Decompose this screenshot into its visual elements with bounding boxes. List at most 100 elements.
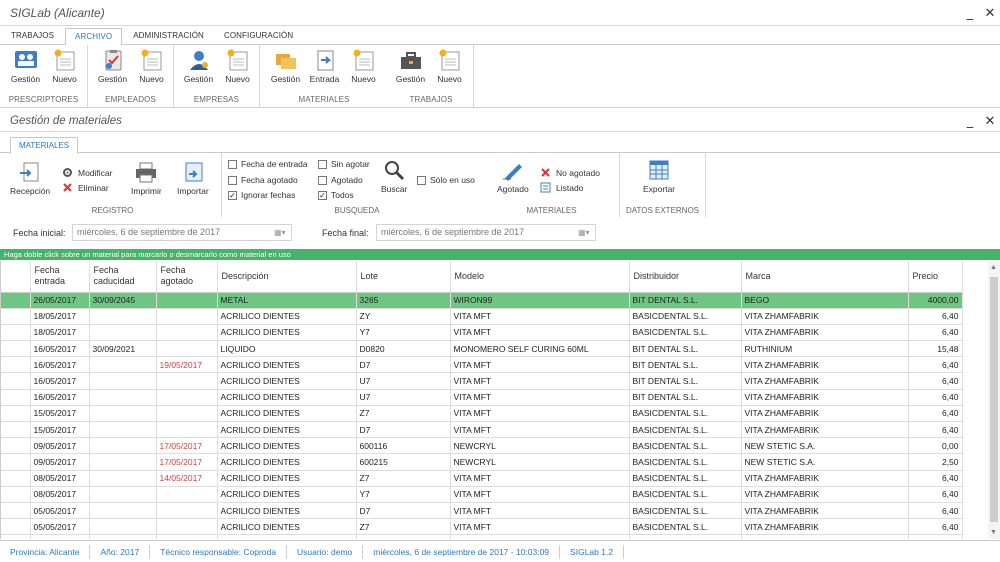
table-row[interactable]: 05/05/2017 ACRILICO DIENTES Z7 VITA MFT BASI… (1, 518, 963, 536)
row-indicator[interactable] (1, 405, 31, 423)
check-sin-agotar[interactable]: Sin agotar (318, 159, 370, 169)
tab-trabajos[interactable]: TRABAJOS (2, 28, 63, 44)
imprimir-button[interactable]: Imprimir (131, 161, 162, 196)
row-indicator[interactable] (1, 421, 31, 439)
panel-tabs: MATERIALES (0, 137, 1000, 154)
prescriptores-gestion-button[interactable]: Gestión (6, 49, 45, 84)
checkbox-checked[interactable]: ✓ (228, 190, 237, 200)
table-row[interactable]: 09/05/2017 17/05/2017 ACRILICO DIENTES 6002… (1, 453, 963, 471)
table-row[interactable]: 15/05/2017 ACRILICO DIENTES D7 VITA MFT BASI… (1, 421, 963, 439)
fecha-final-picker[interactable]: miércoles, 6 de septiembre de 2017 ▦▾ (376, 224, 596, 241)
tab-archivo[interactable]: ARCHIVO (65, 28, 123, 46)
empresas-gestion-button[interactable]: Gestión (179, 49, 218, 84)
row-indicator[interactable] (1, 486, 31, 503)
table-row[interactable]: 09/05/2017 17/05/2017 ACRILICO DIENTES 6001… (1, 437, 963, 455)
calendar-dropdown-icon[interactable]: ▦▾ (578, 227, 592, 238)
vertical-scrollbar[interactable]: ▲ ▼ (988, 261, 1000, 539)
row-indicator[interactable] (1, 453, 31, 471)
materiales-gestion-button[interactable]: Gestión (266, 49, 305, 84)
table-cell: 6,40 (908, 389, 963, 406)
panel-minimize-icon[interactable]: _ (960, 115, 980, 128)
table-row[interactable]: 26/05/2017 30/09/2045 METAL 3265 WIRON99 BIT … (1, 292, 963, 309)
calendar-dropdown-icon[interactable]: ▦▾ (274, 227, 288, 238)
checkbox-checked[interactable]: ✓ (318, 190, 327, 200)
checkbox[interactable] (318, 175, 327, 185)
materiales-nuevo-button[interactable]: Nuevo (344, 49, 383, 84)
prescriptores-nuevo-button[interactable]: Nuevo (45, 49, 84, 84)
empresas-nuevo-button[interactable]: Nuevo (218, 49, 257, 84)
check-solo-en-uso[interactable]: Sólo en uso (417, 175, 475, 185)
row-indicator[interactable] (1, 308, 31, 325)
scroll-thumb[interactable] (990, 277, 998, 522)
table-cell: 09/05/2017 (30, 453, 90, 471)
agotado-button[interactable]: Agotado (497, 159, 529, 194)
table-cell: U7 (356, 372, 451, 390)
checkbox[interactable] (318, 159, 327, 169)
table-row[interactable]: 15/05/2017 ACRILICO DIENTES Z7 VITA MFT BASI… (1, 405, 963, 423)
folders-icon (275, 54, 296, 69)
check-fecha-entrada[interactable]: Fecha de entrada (228, 159, 308, 169)
col-precio[interactable]: Precio (908, 261, 963, 293)
col-fecha-agotado[interactable]: Fecha agotado (156, 261, 218, 293)
col-lote[interactable]: Lote (356, 261, 451, 293)
row-indicator[interactable] (1, 356, 31, 374)
buscar-button[interactable]: Buscar (381, 159, 407, 194)
recepcion-button[interactable]: Recepción (10, 161, 50, 196)
check-ignorar-fechas[interactable]: ✓ Ignorar fechas (228, 190, 295, 200)
table-row[interactable] (1, 534, 963, 539)
row-indicator[interactable] (1, 389, 31, 406)
listado-button[interactable]: Listado (540, 182, 583, 193)
table-row[interactable]: 16/05/2017 ACRILICO DIENTES U7 VITA MFT BIT … (1, 389, 963, 406)
check-agotado[interactable]: Agotado (318, 175, 363, 185)
tab-administracion[interactable]: ADMINISTRACIÓN (124, 28, 213, 44)
col-marca[interactable]: Marca (741, 261, 909, 293)
table-row[interactable]: 18/05/2017 ACRILICO DIENTES ZY VITA MFT BASI… (1, 308, 963, 325)
row-indicator[interactable] (1, 502, 31, 520)
empleados-gestion-button[interactable]: Gestión (93, 49, 132, 84)
col-distribuidor[interactable]: Distribuidor (629, 261, 742, 293)
close-icon[interactable]: ✕ (980, 7, 1000, 20)
table-row[interactable]: 08/05/2017 ACRILICO DIENTES Y7 VITA MFT BASI… (1, 486, 963, 503)
row-indicator[interactable] (1, 470, 31, 487)
scroll-up-icon[interactable]: ▲ (990, 264, 997, 271)
table-row[interactable]: 16/05/2017 ACRILICO DIENTES U7 VITA MFT BIT … (1, 372, 963, 390)
col-fecha-entrada[interactable]: Fecha entrada (30, 261, 90, 293)
tab-configuracion[interactable]: CONFIGURACIÓN (215, 28, 302, 44)
trabajos-gestion-button[interactable]: Gestión (391, 49, 430, 84)
importar-button[interactable]: Importar (177, 161, 209, 196)
table-row[interactable]: 18/05/2017 ACRILICO DIENTES Y7 VITA MFT BASI… (1, 324, 963, 342)
checkbox[interactable] (228, 175, 237, 185)
checkbox[interactable] (228, 159, 237, 169)
row-indicator[interactable] (1, 518, 31, 536)
checkbox[interactable] (417, 175, 426, 185)
col-modelo[interactable]: Modelo (450, 261, 630, 293)
table-row[interactable]: 05/05/2017 ACRILICO DIENTES D7 VITA MFT BASI… (1, 502, 963, 520)
check-todos[interactable]: ✓ Todos (318, 190, 354, 200)
tab-materiales[interactable]: MATERIALES (10, 137, 79, 154)
panel-close-icon[interactable]: ✕ (980, 115, 1000, 128)
eliminar-button[interactable]: Eliminar (62, 182, 109, 193)
fecha-inicial-picker[interactable]: miércoles, 6 de septiembre de 2017 ▦▾ (72, 224, 292, 241)
row-indicator[interactable] (1, 324, 31, 342)
row-indicator[interactable] (1, 372, 31, 390)
trabajos-nuevo-button[interactable]: Nuevo (430, 49, 469, 84)
check-fecha-agotado[interactable]: Fecha agotado (228, 175, 298, 185)
col-descripcion[interactable]: Descripción (217, 261, 357, 293)
no-agotado-button[interactable]: No agotado (540, 167, 600, 178)
row-indicator[interactable] (1, 437, 31, 455)
table-row[interactable]: 16/05/2017 30/09/2021 LIQUIDO D0820 MONOMERO… (1, 340, 963, 358)
row-indicator[interactable] (1, 292, 31, 309)
row-indicator[interactable] (1, 534, 31, 539)
scroll-down-icon[interactable]: ▼ (990, 529, 997, 536)
col-fecha-caducidad[interactable]: Fecha caducidad (89, 261, 157, 293)
materiales-entrada-button[interactable]: Entrada (305, 49, 344, 84)
table-cell: NEW STETIC S.A. (741, 437, 909, 455)
row-indicator[interactable] (1, 340, 31, 358)
table-cell: 16/05/2017 (30, 340, 90, 358)
exportar-button[interactable]: Exportar (643, 159, 675, 194)
table-row[interactable]: 16/05/2017 19/05/2017 ACRILICO DIENTES D7 VI… (1, 356, 963, 374)
modificar-button[interactable]: Modificar (62, 167, 112, 178)
minimize-icon[interactable]: _ (960, 7, 980, 20)
empleados-nuevo-button[interactable]: Nuevo (132, 49, 171, 84)
table-row[interactable]: 08/05/2017 14/05/2017 ACRILICO DIENTES Z7 VI… (1, 470, 963, 487)
